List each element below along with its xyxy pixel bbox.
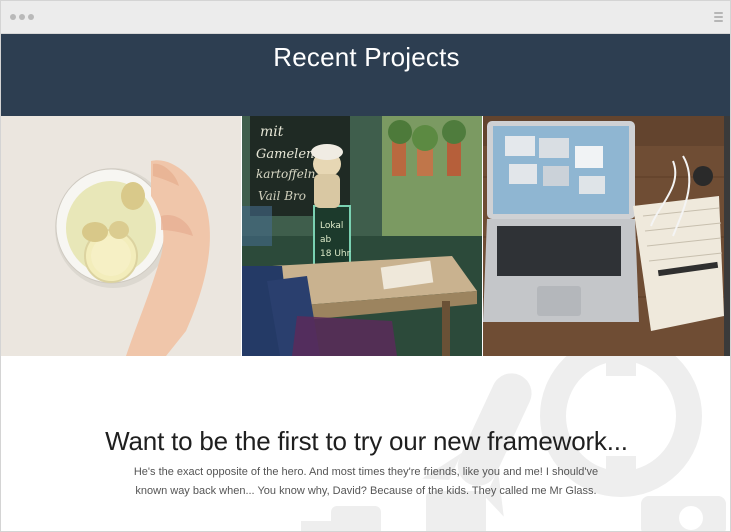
laptop-desk-image: [483, 116, 724, 356]
hamburger-icon[interactable]: [714, 12, 723, 22]
project-tile-laptop[interactable]: [483, 116, 724, 356]
project-gallery: mit Gamelen kartoffeln Vail Bro Lokal ab…: [1, 116, 730, 356]
window-dot-icon[interactable]: [28, 14, 34, 20]
svg-text:18 Uhr: 18 Uhr: [320, 249, 351, 259]
cta-description: He's the exact opposite of the hero. And…: [133, 466, 599, 497]
camera-icon: [641, 496, 726, 531]
svg-text:kartoffeln: kartoffeln: [256, 167, 315, 181]
svg-text:Vail Bro: Vail Bro: [258, 189, 306, 203]
cafe-table-image: mit Gamelen kartoffeln Vail Bro Lokal ab…: [242, 116, 482, 356]
browser-toolbar: [1, 1, 730, 34]
window-controls: [10, 14, 34, 20]
svg-text:mit: mit: [260, 124, 284, 140]
project-tile-tea[interactable]: [1, 116, 241, 356]
browser-window: Recent Projects mit Gamelen kartoffeln V…: [0, 0, 731, 532]
svg-text:ab: ab: [320, 235, 332, 245]
window-dot-icon[interactable]: [10, 14, 16, 20]
signup-section: Want to be the first to try our new fram…: [1, 356, 730, 531]
projects-title: Recent Projects: [273, 42, 460, 72]
window-dot-icon[interactable]: [19, 14, 25, 20]
svg-text:Gamelen: Gamelen: [256, 147, 314, 162]
project-tile-partial[interactable]: [724, 116, 730, 356]
svg-text:Lokal: Lokal: [320, 221, 343, 231]
tea-cup-image: [1, 116, 241, 356]
projects-header: Recent Projects: [1, 34, 730, 116]
project-tile-cafe[interactable]: mit Gamelen kartoffeln Vail Bro Lokal ab…: [242, 116, 482, 356]
cta-heading: Want to be the first to try our new fram…: [105, 426, 628, 456]
